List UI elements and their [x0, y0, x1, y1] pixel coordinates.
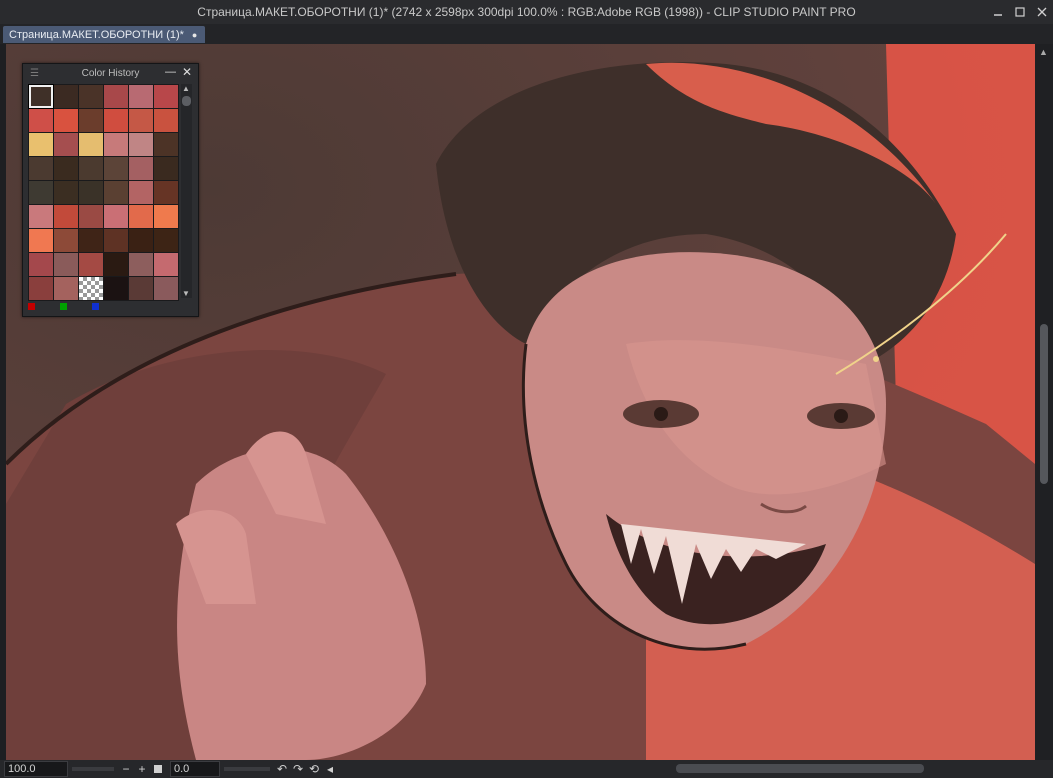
rotation-slider[interactable] [224, 767, 270, 771]
panel-close-icon[interactable]: ✕ [182, 65, 192, 79]
color-history-header[interactable]: ☰ Color History — ✕ [23, 64, 198, 82]
color-swatch[interactable] [29, 253, 53, 276]
color-swatch[interactable] [154, 277, 178, 300]
color-swatch[interactable] [129, 229, 153, 252]
document-tab-bar: Страница.МАКЕТ.ОБОРОТНИ (1)* ● [0, 24, 1053, 44]
color-swatch[interactable] [154, 109, 178, 132]
panel-scroll-thumb[interactable] [182, 96, 191, 106]
panel-minimize-icon[interactable]: — [165, 66, 176, 78]
close-icon[interactable] [1031, 0, 1053, 24]
color-swatch[interactable] [129, 157, 153, 180]
reset-rotation-icon[interactable]: ⟲ [306, 762, 322, 776]
color-swatch[interactable] [129, 109, 153, 132]
scroll-up-icon[interactable]: ▲ [1039, 47, 1048, 57]
zoom-in-button[interactable]: + [134, 762, 150, 776]
window-title: Страница.МАКЕТ.ОБОРОТНИ (1)* (2742 x 259… [197, 5, 856, 19]
color-swatch[interactable] [54, 253, 78, 276]
color-swatch[interactable] [154, 157, 178, 180]
color-swatch[interactable] [29, 277, 53, 300]
color-swatch[interactable] [129, 133, 153, 156]
color-swatch[interactable] [129, 253, 153, 276]
color-swatch[interactable] [129, 181, 153, 204]
color-swatch[interactable] [104, 205, 128, 228]
color-swatch[interactable] [29, 157, 53, 180]
panel-menu-icon[interactable]: ☰ [30, 68, 39, 79]
color-swatch[interactable] [54, 109, 78, 132]
color-swatch[interactable] [154, 229, 178, 252]
panel-scroll-up-icon[interactable]: ▲ [182, 84, 190, 93]
color-swatch[interactable] [104, 133, 128, 156]
color-swatch[interactable] [104, 229, 128, 252]
color-swatch[interactable] [54, 229, 78, 252]
color-swatch[interactable] [104, 157, 128, 180]
color-swatch[interactable] [104, 277, 128, 300]
color-swatch[interactable] [54, 157, 78, 180]
tab-close-icon[interactable]: ● [192, 30, 197, 40]
color-swatch[interactable] [29, 181, 53, 204]
color-swatch[interactable] [54, 181, 78, 204]
color-history-grid [28, 84, 179, 301]
color-swatch[interactable] [79, 85, 103, 108]
color-swatch[interactable] [79, 157, 103, 180]
color-swatch[interactable] [104, 181, 128, 204]
color-swatch[interactable] [154, 133, 178, 156]
color-swatch[interactable] [129, 277, 153, 300]
transparent-swatch[interactable] [79, 277, 103, 300]
color-swatch[interactable] [104, 109, 128, 132]
minimize-icon[interactable] [987, 0, 1009, 24]
title-bar: Страница.МАКЕТ.ОБОРОТНИ (1)* (2742 x 259… [0, 0, 1053, 24]
zoom-field[interactable]: 100.0 [4, 761, 68, 777]
color-swatch[interactable] [54, 205, 78, 228]
panel-scroll-down-icon[interactable]: ▼ [182, 289, 190, 298]
color-indicator [60, 303, 67, 310]
color-swatch[interactable] [154, 181, 178, 204]
canvas-vertical-scrollbar[interactable]: ▲ [1035, 44, 1053, 760]
color-swatch[interactable] [154, 205, 178, 228]
rotate-left-icon[interactable]: ↶ [274, 762, 290, 776]
color-swatch[interactable] [154, 85, 178, 108]
color-swatch[interactable] [129, 205, 153, 228]
color-swatch[interactable] [79, 205, 103, 228]
vertical-scroll-thumb[interactable] [1040, 324, 1048, 484]
color-swatch[interactable] [54, 85, 78, 108]
color-swatch[interactable] [29, 133, 53, 156]
color-swatch[interactable] [54, 277, 78, 300]
color-swatch[interactable] [29, 229, 53, 252]
maximize-icon[interactable] [1009, 0, 1031, 24]
color-swatch[interactable] [129, 85, 153, 108]
scroll-left-icon[interactable]: ◂ [322, 762, 338, 776]
color-swatch[interactable] [29, 109, 53, 132]
color-indicator [28, 303, 35, 310]
color-history-panel: ☰ Color History — ✕ ▲ ▼ [22, 63, 199, 317]
status-bar: 100.0 − + 0.0 ↶ ↷ ⟲ ◂ [0, 760, 1053, 778]
color-swatch[interactable] [79, 253, 103, 276]
horizontal-scroll-thumb[interactable] [676, 764, 924, 773]
rotate-right-icon[interactable]: ↷ [290, 762, 306, 776]
color-swatch[interactable] [79, 181, 103, 204]
color-swatch[interactable] [104, 253, 128, 276]
document-tab[interactable]: Страница.МАКЕТ.ОБОРОТНИ (1)* ● [3, 26, 206, 43]
color-swatch[interactable] [79, 133, 103, 156]
color-indicator [92, 303, 99, 310]
zoom-out-button[interactable]: − [118, 762, 134, 776]
panel-scrollbar[interactable]: ▲ ▼ [181, 84, 192, 298]
color-swatch[interactable] [28, 84, 54, 109]
color-swatch[interactable] [154, 253, 178, 276]
color-swatch[interactable] [79, 109, 103, 132]
document-tab-label: Страница.МАКЕТ.ОБОРОТНИ (1)* [9, 28, 184, 41]
color-swatch[interactable] [29, 205, 53, 228]
fit-view-icon[interactable] [150, 762, 166, 776]
color-swatch[interactable] [79, 229, 103, 252]
zoom-slider[interactable] [72, 767, 114, 771]
rotation-field[interactable]: 0.0 [170, 761, 220, 777]
window-controls [987, 0, 1053, 24]
color-swatch[interactable] [104, 85, 128, 108]
color-indicator-row [28, 302, 188, 312]
color-swatch[interactable] [54, 133, 78, 156]
